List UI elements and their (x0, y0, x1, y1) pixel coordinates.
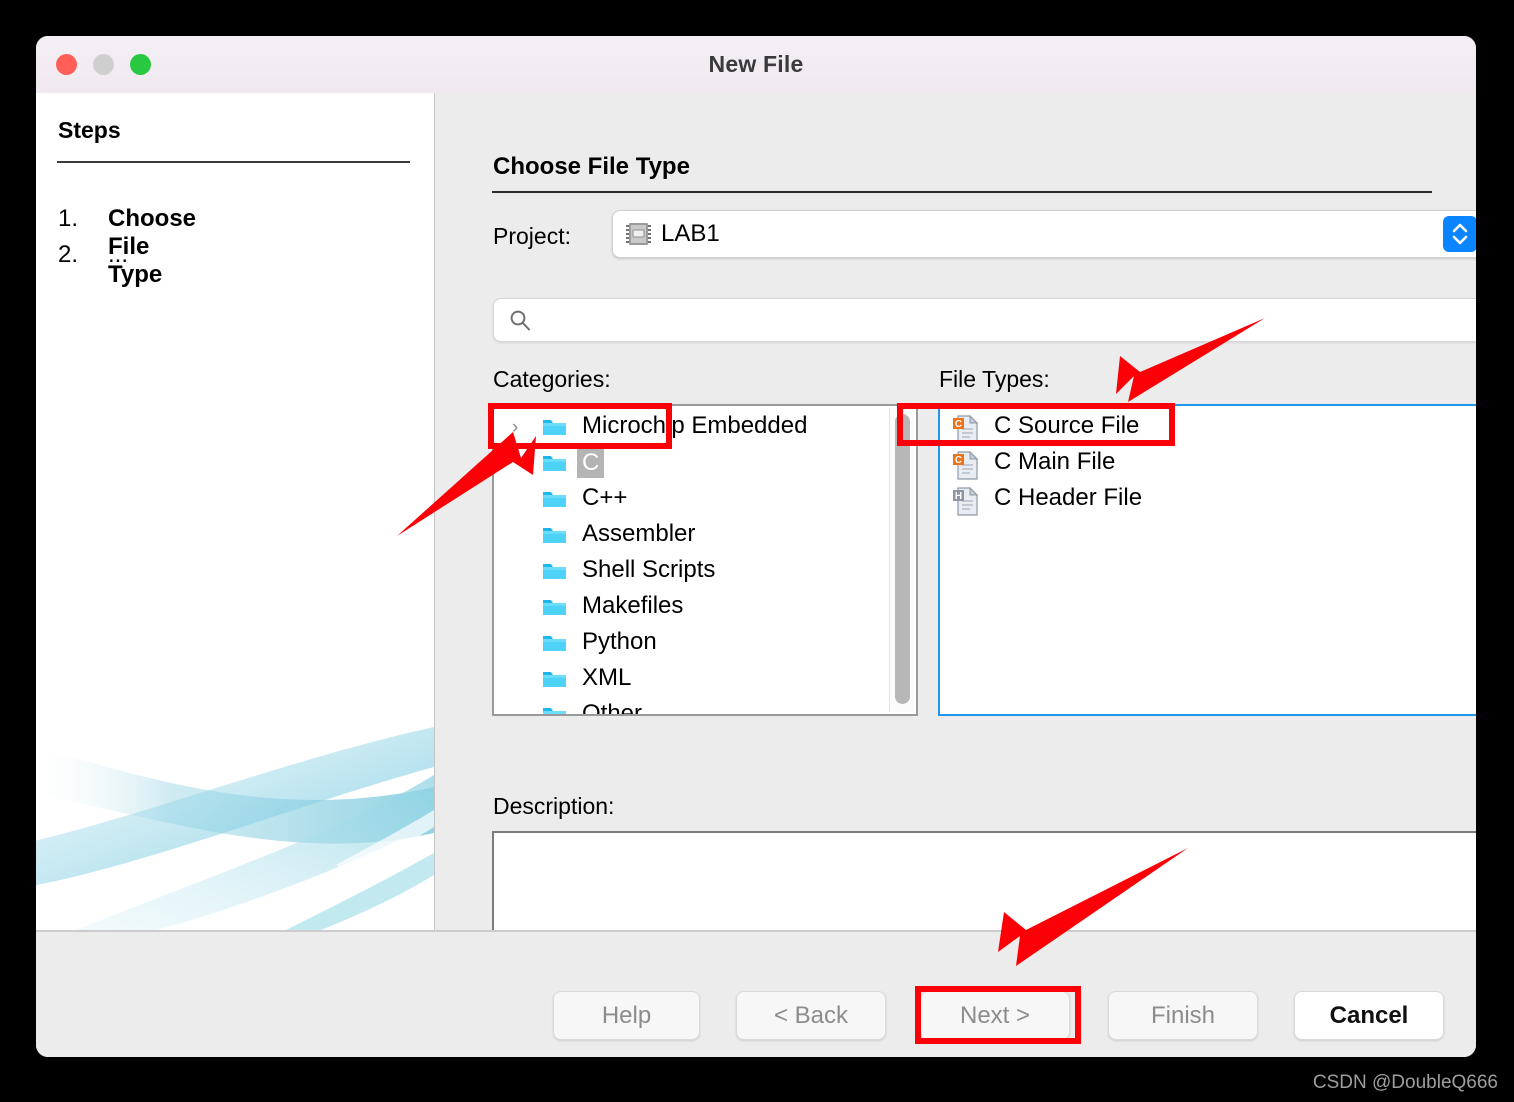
categories-scrollbar[interactable] (889, 408, 914, 712)
project-value: LAB1 (661, 220, 720, 247)
title-divider (492, 191, 1432, 193)
categories-item-label: Assembler (582, 520, 696, 547)
next-button[interactable]: Next > (920, 991, 1070, 1040)
file-types-list[interactable]: C C Source File C C Main File H C Header… (938, 404, 1476, 716)
step-number: 1. (58, 205, 79, 232)
categories-item-assembler[interactable]: Assembler (494, 518, 916, 554)
folder-icon (542, 489, 568, 510)
categories-item-label: Microchip Embedded (582, 412, 808, 439)
finish-button[interactable]: Finish (1108, 991, 1258, 1040)
chevron-right-icon[interactable]: › (512, 418, 518, 437)
folder-icon (542, 705, 568, 714)
steps-panel: Steps 1. Choose File Type 2. ... (36, 93, 435, 930)
description-label: Description: (493, 793, 615, 819)
steps-heading: Steps (58, 117, 121, 143)
file-types-label: File Types: (939, 366, 1050, 392)
categories-item-c[interactable]: C (494, 446, 916, 482)
project-combobox[interactable]: LAB1 (612, 210, 1476, 258)
steps-divider (57, 161, 410, 163)
categories-item-label: C++ (582, 484, 628, 511)
search-input[interactable] (542, 299, 1472, 341)
categories-item-python[interactable]: Python (494, 626, 916, 662)
svg-text:C: C (955, 455, 962, 466)
search-field[interactable] (493, 298, 1476, 342)
categories-item-label: Other (582, 700, 643, 716)
folder-icon (542, 525, 568, 546)
file-type-c-header-file[interactable]: H C Header File (940, 482, 1476, 518)
dialog-footer: Help < Back Next > Finish Cancel (36, 930, 1476, 1057)
project-label: Project: (493, 223, 571, 249)
folder-icon (542, 561, 568, 582)
categories-item-cpp[interactable]: C++ (494, 482, 916, 518)
folder-icon (542, 453, 568, 474)
project-stepper-button[interactable] (1443, 216, 1476, 252)
step-number: 2. (58, 241, 79, 268)
categories-label: Categories: (493, 366, 611, 392)
svg-text:H: H (955, 491, 962, 502)
categories-item-shell-scripts[interactable]: Shell Scripts (494, 554, 916, 590)
cancel-button[interactable]: Cancel (1294, 991, 1444, 1040)
categories-item-microchip-embedded[interactable]: › Microchip Embedded (494, 410, 916, 446)
window-title: New File (708, 51, 804, 77)
file-type-c-source-file[interactable]: C C Source File (940, 410, 1476, 446)
new-file-dialog: New File Steps 1. Choose File Type 2. ..… (36, 36, 1476, 1057)
description-box (492, 831, 1476, 943)
c-file-icon: C (952, 414, 979, 445)
c-file-icon: C (952, 450, 979, 481)
folder-icon (542, 633, 568, 654)
main-content: Choose File Type Project: LAB1 Categorie… (435, 93, 1476, 943)
categories-item-xml[interactable]: XML (494, 662, 916, 698)
step-label: ... (108, 241, 129, 268)
chip-icon (625, 221, 652, 247)
back-button[interactable]: < Back (736, 991, 886, 1040)
categories-item-label: Shell Scripts (582, 556, 716, 583)
file-type-label: C Source File (994, 412, 1140, 439)
categories-item-label: Makefiles (582, 592, 684, 619)
decorative-swoosh-graphic (36, 715, 434, 930)
watermark: CSDN @DoubleQ666 (1312, 1072, 1498, 1093)
window-titlebar: New File (36, 36, 1476, 94)
categories-item-makefiles[interactable]: Makefiles (494, 590, 916, 626)
categories-item-label: Python (582, 628, 657, 655)
folder-icon (542, 417, 568, 438)
search-icon (508, 308, 532, 337)
page-title: Choose File Type (493, 153, 690, 180)
categories-item-label: C (577, 448, 605, 478)
help-button[interactable]: Help (553, 991, 700, 1040)
file-type-label: C Header File (994, 484, 1143, 511)
folder-icon (542, 597, 568, 618)
categories-list[interactable]: › Microchip Embedded C C++ Assembler She… (492, 404, 918, 716)
file-type-c-main-file[interactable]: C C Main File (940, 446, 1476, 482)
h-file-icon: H (952, 486, 979, 517)
svg-text:C: C (955, 419, 962, 430)
screenshot-root: New File Steps 1. Choose File Type 2. ..… (0, 0, 1514, 1102)
file-type-label: C Main File (994, 448, 1116, 475)
categories-item-label: XML (582, 664, 632, 691)
categories-item-other[interactable]: Other (494, 698, 916, 716)
categories-scrollbar-thumb[interactable] (895, 414, 910, 704)
folder-icon (542, 669, 568, 690)
